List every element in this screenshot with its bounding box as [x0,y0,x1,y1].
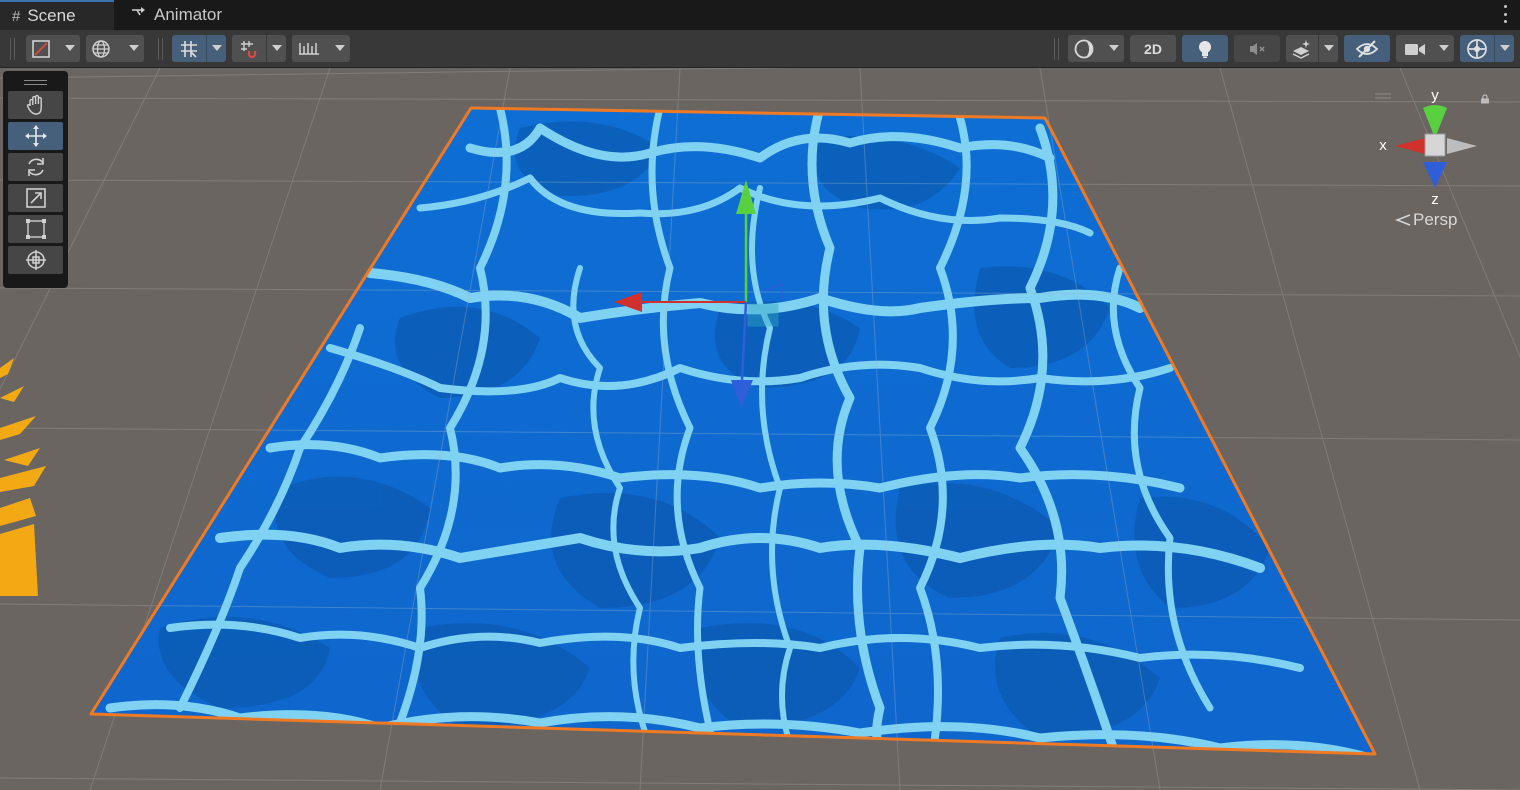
shading-sphere-icon [1074,39,1094,58]
hand-tool-button[interactable] [8,91,63,119]
more-options-icon[interactable] [1502,5,1508,23]
tab-animator[interactable]: Animator [117,0,257,30]
perspective-icon [1395,214,1411,226]
draw-mode-button[interactable] [26,35,80,62]
tab-scene-label: Scene [27,6,76,25]
gizmo-z-label: z [1431,191,1439,208]
gizmo-x-cone [1395,138,1425,154]
gizmo-center-cube [1424,133,1446,157]
tool-palette [3,71,68,288]
effects-dropdown[interactable] [1318,35,1338,62]
tab-scene[interactable]: # Scene [0,0,114,30]
eye-hidden-icon [1355,39,1379,58]
animator-icon [131,6,147,24]
particle-system [0,358,46,596]
move-icon [24,125,47,147]
ruler-icon [299,42,319,55]
increment-snapping-button[interactable] [292,35,350,62]
hand-icon [26,94,42,115]
grid-icon [181,40,197,58]
toolbar-grip-right[interactable] [1054,38,1059,60]
tab-bar: # Scene Animator [0,0,1520,30]
scene-visibility-button[interactable] [1344,35,1390,62]
grid-snapping-button[interactable] [232,35,266,62]
gizmo-y-cone [1423,105,1447,138]
layers-sparkle-icon [1292,39,1310,59]
gizmo-x-label: x [1379,137,1387,154]
scale-tool-button[interactable] [8,184,63,212]
scene-render[interactable] [0,68,1520,790]
toggle-2d-label: 2D [1144,40,1162,57]
gizmo-neg-x-cone [1447,138,1477,154]
shading-mode-button[interactable] [1068,35,1124,62]
tool-palette-handle[interactable] [3,73,68,91]
scene-toolbar: 2D [0,30,1520,68]
globe-icon [92,39,110,58]
move-tool-button[interactable] [8,122,63,150]
snap-magnet-icon [241,40,257,58]
camera-icon [1405,43,1425,55]
scene-camera-button[interactable] [1396,35,1454,62]
toggle-2d-button[interactable]: 2D [1130,35,1176,62]
transform-tool-button[interactable] [8,246,63,274]
draw-mode-icon [32,39,50,58]
scene-window: # Scene Animator 2D y x z Persp [0,0,1520,790]
rotate-tool-button[interactable] [8,153,63,181]
grid-visibility-dropdown[interactable] [206,35,226,62]
water-plane [91,108,1375,754]
gizmos-dropdown[interactable] [1494,35,1514,62]
grid-snapping-dropdown[interactable] [266,35,286,62]
projection-label: Persp [1413,210,1458,229]
transform-icon [25,250,46,270]
toolbar-grip-mid[interactable] [158,38,163,60]
light-bulb-icon [1199,40,1211,58]
rect-transform-icon [25,219,46,239]
gizmo-y-label: y [1431,87,1439,104]
gizmo-z-cone [1423,162,1447,188]
hash-icon: # [12,7,21,25]
tab-animator-label: Animator [154,5,223,24]
grid-visibility-button[interactable] [172,35,206,62]
global-local-button[interactable] [86,35,144,62]
gizmo-icon [1467,38,1487,59]
audio-toggle-button[interactable] [1234,35,1280,62]
scale-icon [25,188,46,208]
audio-mute-icon [1250,42,1265,55]
lock-icon[interactable] [1480,94,1490,104]
scene-lighting-button[interactable] [1182,35,1228,62]
scene-viewport[interactable]: y x z Persp [0,68,1520,790]
projection-toggle[interactable]: Persp [1395,210,1457,230]
toolbar-grip-left[interactable] [10,38,15,60]
rect-tool-button[interactable] [8,215,63,243]
rotate-icon [27,158,44,176]
gizmos-button[interactable] [1460,35,1494,62]
effects-button[interactable] [1286,35,1318,62]
